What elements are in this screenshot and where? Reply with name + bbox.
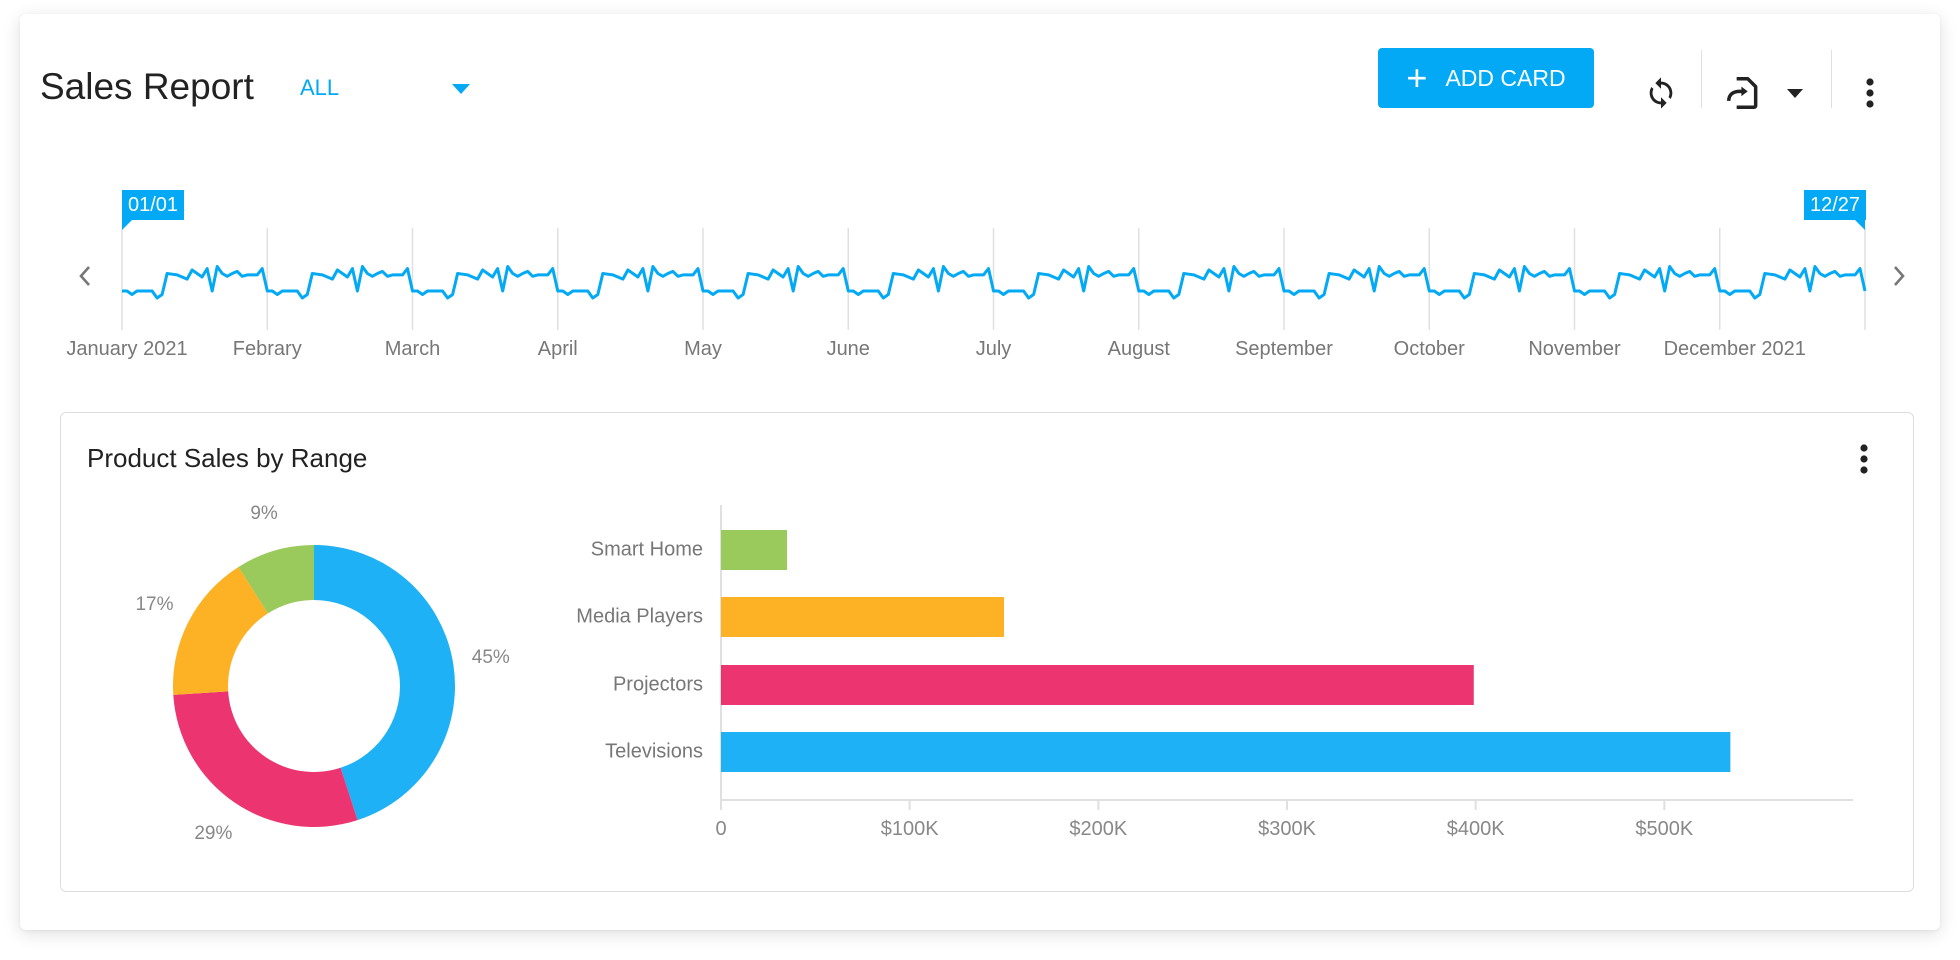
bar-axis-tick-label: 0 [715,818,727,840]
bar-televisions[interactable] [721,732,1731,772]
bar-category-label: Televisions [605,740,703,763]
donut-slice-projectors[interactable] [173,691,358,827]
bar-category-label: Smart Home [590,538,703,561]
bar-axis-tick-label: $300K [1258,818,1316,840]
card-charts [173,505,1853,827]
bar-axis-tick-label: $500K [1635,818,1694,840]
bar-axis-tick-label: $200K [1069,818,1128,840]
bar-axis-tick-label: $100K [880,818,939,840]
donut-percent-label: 29% [194,823,233,845]
bar-category-label: Projectors [612,673,703,696]
bar-smart-home[interactable] [721,530,788,570]
donut-percent-label: 45% [471,646,510,668]
donut-percent-label: 9% [250,503,278,525]
bar-axis-tick-label: $400K [1446,818,1505,840]
bar-category-label: Media Players [576,605,703,628]
donut-percent-label: 17% [135,593,174,615]
bar-projectors[interactable] [721,665,1474,705]
bar-media-players[interactable] [721,597,1004,637]
